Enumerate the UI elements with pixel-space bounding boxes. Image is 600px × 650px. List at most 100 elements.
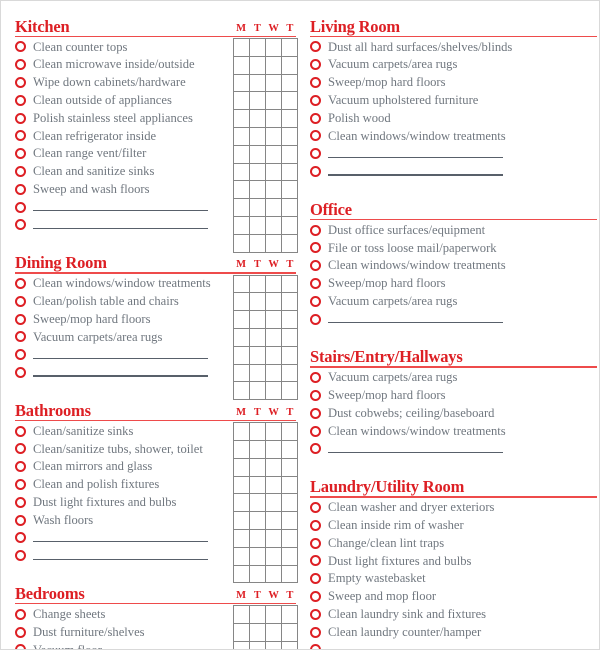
list-item[interactable]: Vacuum carpets/area rugs [300,56,599,74]
write-in-item[interactable] [300,163,599,181]
checkbox-circle-icon[interactable] [310,425,321,437]
checkbox-circle-icon[interactable] [310,112,321,124]
list-item[interactable]: Dust furniture/shelves [1,623,300,641]
list-item[interactable]: Vacuum carpets/area rugs [1,328,300,346]
write-in-line[interactable] [33,558,208,560]
checkbox-circle-icon[interactable] [310,501,321,513]
write-in-item[interactable] [1,529,300,547]
list-item[interactable]: Vacuum floor [1,641,300,649]
list-item[interactable]: Clean microwave inside/outside [1,56,300,74]
checkbox-circle-icon[interactable] [310,224,321,236]
list-item[interactable]: Clean and polish fixtures [1,476,300,494]
list-item[interactable]: Dust light fixtures and bulbs [300,552,599,570]
checkbox-circle-icon[interactable] [310,165,321,177]
checkbox-circle-icon[interactable] [15,313,26,325]
list-item[interactable]: Empty wastebasket [300,570,599,588]
list-item[interactable]: Clean outside of appliances [1,91,300,109]
list-item[interactable]: Vacuum upholstered furniture [300,91,599,109]
checkbox-circle-icon[interactable] [310,130,321,142]
checkbox-circle-icon[interactable] [310,313,321,325]
list-item[interactable]: Change/clean lint traps [300,534,599,552]
checkbox-circle-icon[interactable] [310,443,321,455]
list-item[interactable]: Sweep and wash floors [1,180,300,198]
list-item[interactable]: Clean refrigerator inside [1,127,300,145]
checkbox-circle-icon[interactable] [15,626,26,638]
list-item[interactable]: Clean laundry counter/hamper [300,623,599,641]
checkbox-circle-icon[interactable] [310,626,321,638]
checkbox-circle-icon[interactable] [15,148,26,160]
write-in-item[interactable] [1,364,300,382]
checkbox-circle-icon[interactable] [310,41,321,53]
checkbox-circle-icon[interactable] [15,608,26,620]
list-item[interactable]: Change sheets [1,605,300,623]
list-item[interactable]: Clean windows/window treatments [1,275,300,293]
list-item[interactable]: Clean windows/window treatments [300,127,599,145]
write-in-item[interactable] [1,547,300,565]
checkbox-circle-icon[interactable] [310,590,321,602]
checkbox-circle-icon[interactable] [15,76,26,88]
list-item[interactable]: Polish wood [300,109,599,127]
write-in-item[interactable] [300,310,599,328]
list-item[interactable]: File or toss loose mail/paperwork [300,239,599,257]
list-item[interactable]: Vacuum carpets/area rugs [300,292,599,310]
checkbox-circle-icon[interactable] [15,496,26,508]
checkbox-circle-icon[interactable] [310,608,321,620]
checkbox-circle-icon[interactable] [310,260,321,272]
write-in-line[interactable] [33,357,208,359]
checkbox-circle-icon[interactable] [310,519,321,531]
list-item[interactable]: Clean windows/window treatments [300,422,599,440]
checkbox-circle-icon[interactable] [310,555,321,567]
checkbox-circle-icon[interactable] [15,443,26,455]
list-item[interactable]: Wipe down cabinets/hardware [1,74,300,92]
list-item[interactable]: Clean windows/window treatments [300,257,599,275]
list-item[interactable]: Dust cobwebs; ceiling/baseboard [300,404,599,422]
write-in-line[interactable] [33,209,208,212]
checkbox-circle-icon[interactable] [310,644,321,649]
list-item[interactable]: Sweep and mop floor [300,588,599,606]
checkbox-circle-icon[interactable] [15,130,26,142]
checkbox-circle-icon[interactable] [310,407,321,419]
checkbox-circle-icon[interactable] [15,532,26,544]
write-in-line[interactable] [328,174,503,176]
checkbox-circle-icon[interactable] [310,537,321,549]
write-in-line[interactable] [328,156,503,158]
list-item[interactable]: Sweep/mop hard floors [300,275,599,293]
write-in-item[interactable] [300,145,599,163]
checkbox-circle-icon[interactable] [15,183,26,195]
checkbox-circle-icon[interactable] [310,242,321,254]
list-item[interactable]: Clean inside rim of washer [300,516,599,534]
write-in-line[interactable] [33,375,208,377]
write-in-item[interactable] [300,440,599,458]
checkbox-circle-icon[interactable] [310,59,321,71]
list-item[interactable]: Clean mirrors and glass [1,458,300,476]
checkbox-circle-icon[interactable] [310,76,321,88]
list-item[interactable]: Clean laundry sink and fixtures [300,605,599,623]
checkbox-circle-icon[interactable] [15,461,26,473]
write-in-item[interactable] [1,346,300,364]
list-item[interactable]: Clean/polish table and chairs [1,292,300,310]
write-in-item[interactable] [1,216,300,234]
checkbox-circle-icon[interactable] [15,366,26,378]
checkbox-circle-icon[interactable] [310,295,321,307]
checkbox-circle-icon[interactable] [15,94,26,106]
checkbox-circle-icon[interactable] [15,41,26,53]
checkbox-circle-icon[interactable] [310,389,321,401]
checkbox-circle-icon[interactable] [310,94,321,106]
list-item[interactable]: Dust all hard surfaces/shelves/blinds [300,38,599,56]
list-item[interactable]: Sweep/mop hard floors [300,387,599,405]
checkbox-circle-icon[interactable] [15,219,26,231]
list-item[interactable]: Sweep/mop hard floors [1,310,300,328]
checkbox-circle-icon[interactable] [15,112,26,124]
checkbox-circle-icon[interactable] [15,514,26,526]
list-item[interactable]: Dust light fixtures and bulbs [1,493,300,511]
list-item[interactable]: Clean and sanitize sinks [1,163,300,181]
checkbox-circle-icon[interactable] [310,148,321,160]
write-in-item[interactable] [1,198,300,216]
list-item[interactable]: Wash floors [1,511,300,529]
checkbox-circle-icon[interactable] [15,349,26,361]
list-item[interactable]: Clean range vent/filter [1,145,300,163]
checkbox-circle-icon[interactable] [310,372,321,384]
write-in-item[interactable] [300,641,599,649]
checkbox-circle-icon[interactable] [15,165,26,177]
checkbox-circle-icon[interactable] [310,573,321,585]
